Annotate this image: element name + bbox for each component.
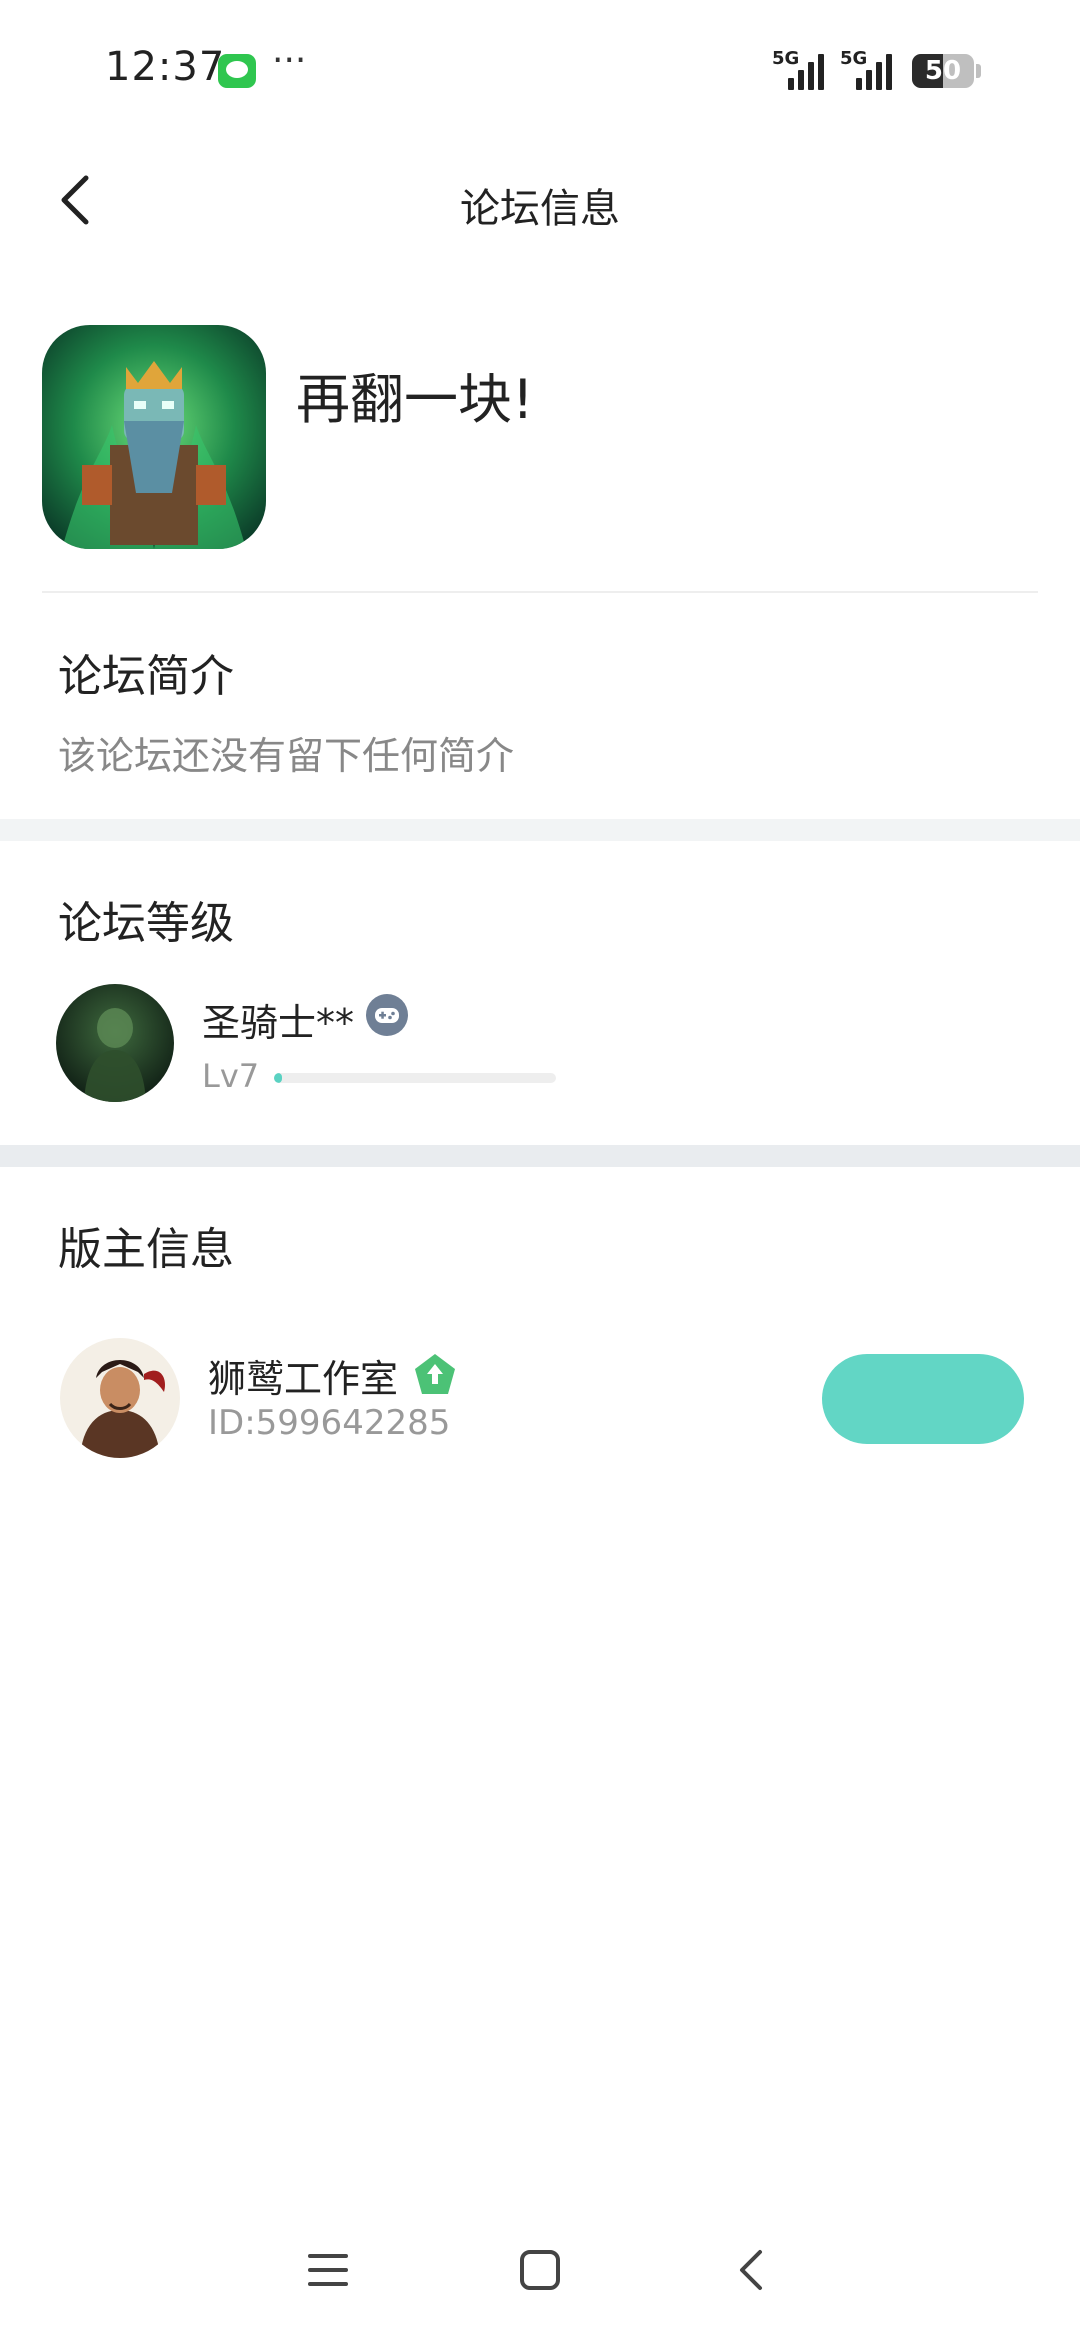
section-separator (0, 819, 1080, 841)
network-type-label: 5G (772, 48, 800, 69)
level-progress-bar (274, 1073, 556, 1083)
level-progress-fill (274, 1073, 283, 1083)
signal-icon-sim1: 5G (772, 48, 832, 90)
follow-button[interactable] (822, 1354, 1024, 1444)
battery-level: 50 (924, 56, 962, 86)
forum-info-page: 12:37 ··· 5G 5G 50 论坛信息 再翻一块! 论坛简介 该论坛还没… (0, 0, 1080, 2345)
moderator-name: 狮鹫工作室 (208, 1357, 399, 1401)
system-back-button[interactable] (722, 2240, 782, 2300)
moderator-section-title: 版主信息 (58, 1224, 234, 1275)
battery-cap (976, 64, 981, 78)
message-app-icon (218, 54, 256, 88)
menu-button[interactable] (298, 2240, 358, 2300)
level-label: Lv7 (202, 1057, 260, 1095)
back-icon (740, 2250, 762, 2290)
forum-avatar (42, 325, 266, 549)
forum-name: 再翻一块! (296, 368, 534, 431)
more-notifications-icon: ··· (272, 40, 307, 81)
home-button[interactable] (510, 2240, 570, 2300)
page-title: 论坛信息 (460, 186, 620, 232)
gamepad-icon (366, 994, 408, 1036)
system-navigation-bar (0, 2240, 1080, 2310)
network-type-label: 5G (840, 48, 868, 69)
divider (42, 591, 1038, 593)
avatar[interactable] (56, 984, 174, 1102)
battery-icon: 50 (912, 54, 974, 88)
home-square-icon (520, 2250, 560, 2290)
status-bar: 12:37 ··· 5G 5G 50 (0, 0, 1080, 140)
status-time: 12:37 (105, 44, 226, 90)
intro-section-title: 论坛简介 (58, 651, 234, 702)
level-section-title: 论坛等级 (58, 898, 234, 949)
moderator-id: ID:599642285 (208, 1403, 451, 1443)
intro-text: 该论坛还没有留下任何简介 (58, 734, 515, 778)
avatar[interactable] (60, 1338, 180, 1458)
user-name: 圣骑士** (202, 1001, 355, 1045)
section-separator (0, 1145, 1080, 1167)
signal-icon-sim2: 5G (840, 48, 900, 90)
menu-icon (308, 2254, 348, 2286)
moderator-badge-icon (412, 1352, 458, 1398)
